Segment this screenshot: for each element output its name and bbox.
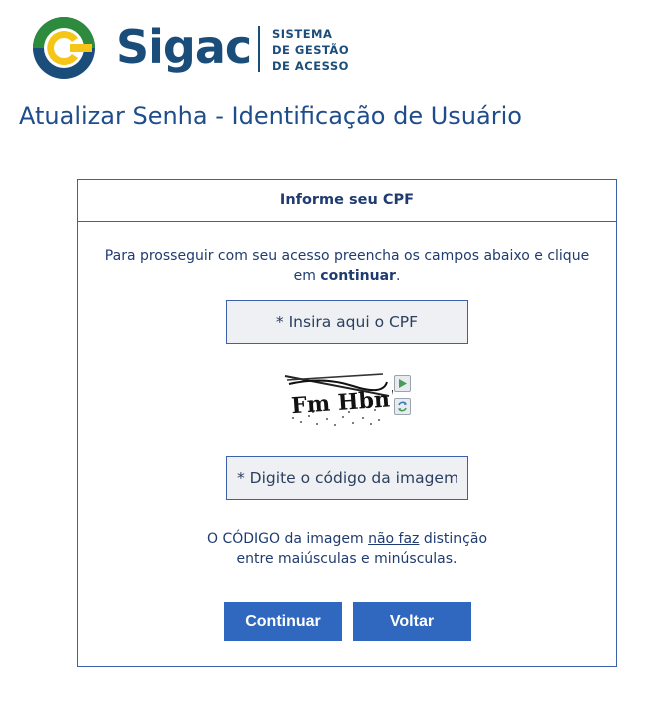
logo-subtitle-line: DE GESTÃO bbox=[272, 43, 350, 57]
sigac-logo: Sigac SISTEMA DE GESTÃO DE ACESSO bbox=[32, 14, 372, 82]
logo-wordmark: Sigac bbox=[116, 20, 252, 74]
instructions-continue-word: continuar bbox=[320, 268, 396, 284]
captcha-audio-button[interactable] bbox=[394, 375, 411, 392]
cpf-input[interactable] bbox=[226, 300, 468, 344]
back-button[interactable]: Voltar bbox=[353, 602, 471, 641]
instructions-text: Para prosseguir com seu acesso preencha … bbox=[98, 246, 596, 286]
note-before: O CÓDIGO da imagem bbox=[206, 531, 369, 547]
captcha-refresh-button[interactable] bbox=[394, 398, 411, 415]
continue-button[interactable]: Continuar bbox=[224, 602, 342, 641]
logo-subtitle-line: SISTEMA bbox=[272, 27, 333, 41]
note-after: distinção bbox=[419, 531, 488, 547]
instructions-after: . bbox=[395, 268, 401, 284]
case-sensitivity-note: O CÓDIGO da imagem não faz distinção ent… bbox=[98, 529, 596, 569]
page-title: Atualizar Senha - Identificação de Usuár… bbox=[19, 102, 522, 130]
captcha-input[interactable] bbox=[226, 456, 468, 500]
cpf-panel: Informe seu CPF Para prosseguir com seu … bbox=[77, 179, 617, 667]
refresh-icon bbox=[398, 401, 407, 412]
sigac-emblem-icon bbox=[33, 17, 95, 79]
logo-subtitle: SISTEMA DE GESTÃO DE ACESSO bbox=[272, 26, 349, 74]
logo-divider bbox=[258, 26, 260, 72]
logo-subtitle-line: DE ACESSO bbox=[272, 59, 349, 73]
note-line2: entre maiúsculas e minúsculas. bbox=[236, 551, 458, 567]
play-audio-icon bbox=[399, 379, 407, 388]
note-underlined: não faz bbox=[368, 531, 420, 547]
panel-header: Informe seu CPF bbox=[78, 180, 616, 222]
captcha-image: Fm Hbn! bbox=[283, 370, 393, 430]
